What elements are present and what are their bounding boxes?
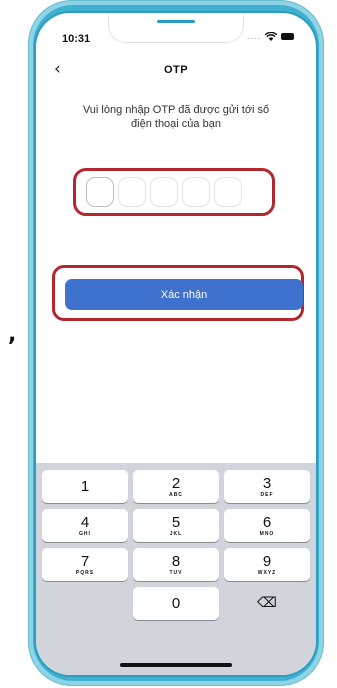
key-letters: DEF [260, 491, 274, 498]
key-5[interactable]: 5 JKL [133, 509, 219, 542]
phone-screen: 10:31 .... ‹ OTP Vui lòng nhập OTP đã đư… [36, 13, 316, 675]
backspace-key[interactable]: ⌫ [224, 587, 310, 620]
key-number: 3 [262, 474, 272, 492]
key-4[interactable]: 4 GHI [42, 509, 128, 542]
otp-instruction: Vui lòng nhập OTP đã được gửi tới số điệ… [56, 103, 296, 131]
key-letters: JKL [169, 530, 183, 537]
backspace-icon: ⌫ [257, 595, 277, 611]
signal-dots: .... [246, 31, 261, 41]
key-letters: PQRS [75, 569, 95, 576]
key-number: 1 [80, 478, 90, 495]
key-6[interactable]: 6 MNO [224, 509, 310, 542]
key-letters: GHI [79, 530, 91, 537]
key-letters: ABC [169, 491, 183, 498]
key-number: 7 [80, 552, 90, 570]
notch [108, 13, 244, 43]
page-title: OTP [163, 64, 189, 76]
key-1[interactable]: 1 [42, 470, 128, 503]
speaker-grille [157, 20, 195, 23]
annotation-comma: , [8, 322, 17, 347]
key-number: 8 [171, 552, 181, 570]
key-2[interactable]: 2 ABC [133, 470, 219, 503]
key-letters: TUV [169, 569, 183, 576]
confirm-button[interactable]: Xác nhận [65, 279, 303, 310]
otp-input-group [86, 177, 242, 207]
instruction-line-2: điện thoại của bạn [131, 118, 221, 130]
key-number: 9 [262, 552, 272, 570]
key-7[interactable]: 7 PQRS [42, 548, 128, 581]
status-time: 10:31 [62, 33, 91, 45]
otp-digit-input-2[interactable] [118, 177, 146, 207]
key-0[interactable]: 0 [133, 587, 219, 620]
key-number: 6 [262, 513, 272, 531]
key-9[interactable]: 9 WXYZ [224, 548, 310, 581]
key-number: 2 [171, 474, 181, 492]
otp-digit-input-1[interactable] [86, 177, 114, 207]
otp-digit-input-3[interactable] [150, 177, 178, 207]
key-letters: WXYZ [257, 569, 277, 576]
instruction-line-1: Vui lòng nhập OTP đã được gửi tới số [82, 104, 270, 116]
otp-digit-input-4[interactable] [182, 177, 210, 207]
key-3[interactable]: 3 DEF [224, 470, 310, 503]
home-indicator [120, 663, 232, 667]
wifi-icon [265, 31, 277, 41]
key-number: 0 [171, 595, 181, 612]
battery-icon [281, 32, 294, 40]
key-8[interactable]: 8 TUV [133, 548, 219, 581]
key-blank [42, 587, 128, 620]
numeric-keypad: 1 2 ABC 3 DEF 4 GHI 5 JKL 6 MNO 7 PQRS 8… [36, 463, 316, 675]
key-letters: MNO [259, 530, 275, 537]
key-number: 4 [80, 513, 90, 531]
otp-digit-input-5[interactable] [214, 177, 242, 207]
status-icons: .... [247, 31, 294, 41]
key-number: 5 [171, 513, 181, 531]
